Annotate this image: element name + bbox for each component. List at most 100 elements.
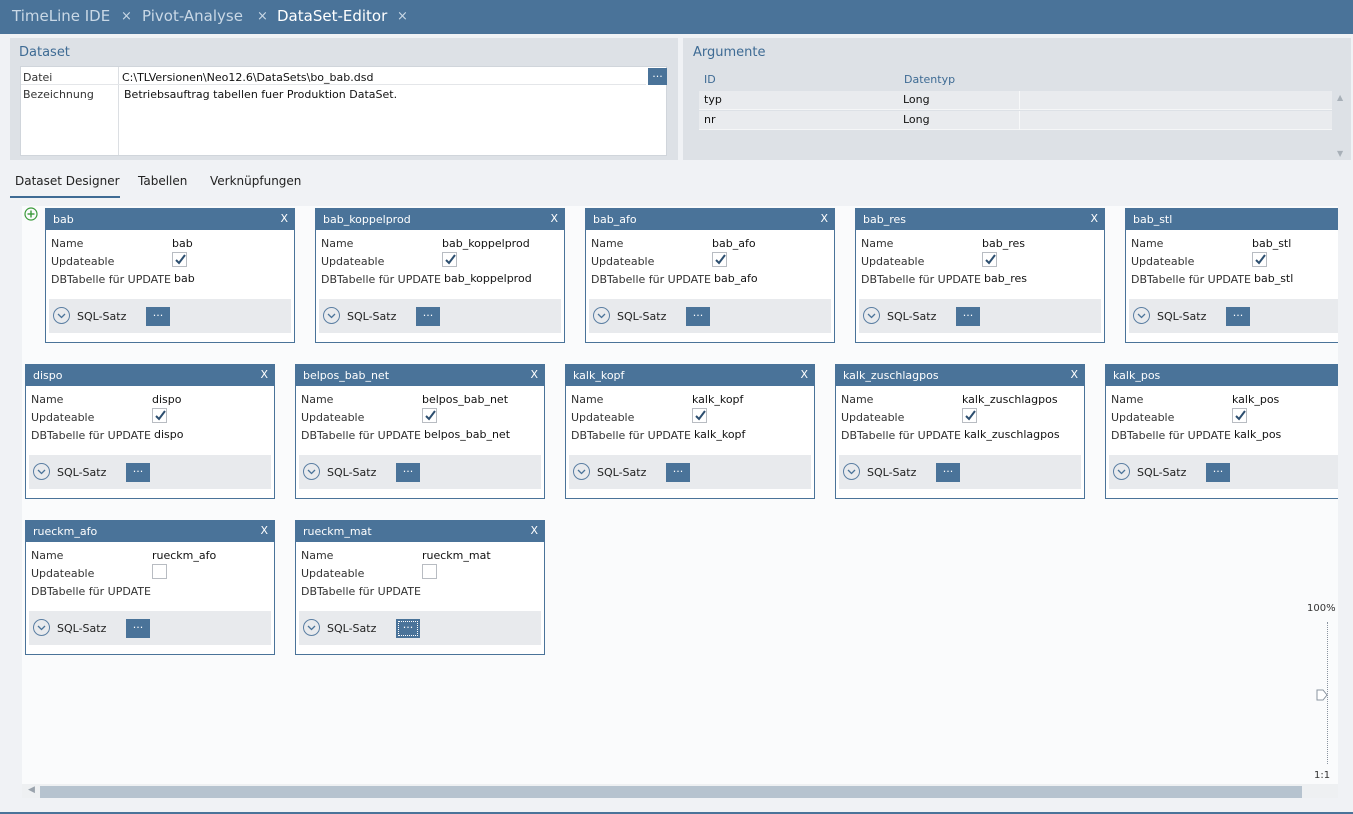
edit-sql-button[interactable]: ...: [666, 463, 690, 482]
card-header[interactable]: belpos_bab_net X: [296, 365, 544, 386]
scroll-down-icon[interactable]: ▼: [1337, 149, 1343, 158]
expand-sql-icon[interactable]: [33, 463, 50, 480]
dbtable-value[interactable]: belpos_bab_net: [424, 428, 510, 441]
designer-canvas[interactable]: bab X Name bab Updateable DBTabelle für UPDAT…: [22, 206, 1338, 784]
expand-sql-icon[interactable]: [863, 307, 880, 324]
description-field[interactable]: Betriebsauftrag tabellen fuer Produktion…: [124, 88, 397, 101]
browse-file-button[interactable]: ...: [648, 68, 667, 85]
argument-id-header[interactable]: ID: [704, 73, 716, 86]
zoom-ratio[interactable]: 1:1: [1314, 770, 1330, 781]
file-field[interactable]: C:\TLVersionen\Neo12.6\DataSets\bo_bab.d…: [122, 71, 373, 84]
dbtable-value[interactable]: dispo: [154, 428, 183, 441]
close-card-icon[interactable]: X: [280, 212, 288, 225]
name-value[interactable]: bab_res: [982, 237, 1025, 250]
dbtable-value[interactable]: kalk_pos: [1234, 428, 1281, 441]
close-card-icon[interactable]: X: [260, 524, 268, 537]
name-value[interactable]: bab_afo: [712, 237, 756, 250]
name-value[interactable]: bab_koppelprod: [442, 237, 530, 250]
name-value[interactable]: rueckm_afo: [152, 549, 216, 562]
table-card-kalk_zuschlagpos[interactable]: kalk_zuschlagpos X Name kalk_zuschlagpos Upd…: [835, 364, 1085, 499]
card-header[interactable]: kalk_posX: [1106, 365, 1338, 386]
updateable-checkbox[interactable]: [422, 408, 437, 423]
edit-sql-button[interactable]: ...: [126, 463, 150, 482]
expand-sql-icon[interactable]: [573, 463, 590, 480]
dbtable-value[interactable]: kalk_kopf: [694, 428, 745, 441]
expand-sql-icon[interactable]: [1113, 463, 1130, 480]
updateable-checkbox[interactable]: [1252, 252, 1267, 267]
name-value[interactable]: kalk_kopf: [692, 393, 743, 406]
table-card-bab_res[interactable]: bab_res X Name bab_res Updateable DBTabelle f…: [855, 208, 1105, 343]
updateable-checkbox[interactable]: [1232, 408, 1247, 423]
card-header[interactable]: rueckm_afo X: [26, 521, 274, 542]
name-value[interactable]: kalk_zuschlagpos: [962, 393, 1058, 406]
name-value[interactable]: kalk_pos: [1232, 393, 1279, 406]
card-header[interactable]: dispo X: [26, 365, 274, 386]
updateable-checkbox[interactable]: [152, 564, 167, 579]
dbtable-value[interactable]: bab_stl: [1254, 272, 1293, 285]
horizontal-scrollbar[interactable]: ◀: [22, 784, 1338, 798]
expand-sql-icon[interactable]: [53, 307, 70, 324]
close-card-icon[interactable]: X: [530, 368, 538, 381]
card-header[interactable]: bab_afo X: [586, 209, 834, 230]
close-tab-pivot-analyse-icon[interactable]: ×: [257, 0, 268, 34]
expand-sql-icon[interactable]: [1133, 307, 1150, 324]
table-card-dispo[interactable]: dispo X Name dispo Updateable DBTabelle für U…: [25, 364, 275, 499]
close-card-icon[interactable]: X: [820, 212, 828, 225]
close-card-icon[interactable]: X: [260, 368, 268, 381]
name-value[interactable]: dispo: [152, 393, 181, 406]
dbtable-value[interactable]: bab_koppelprod: [444, 272, 532, 285]
add-table-icon[interactable]: [24, 207, 38, 221]
card-header[interactable]: bab_res X: [856, 209, 1104, 230]
scroll-up-icon[interactable]: ▲: [1337, 93, 1343, 102]
updateable-checkbox[interactable]: [442, 252, 457, 267]
expand-sql-icon[interactable]: [843, 463, 860, 480]
tab-tabellen[interactable]: Tabellen: [138, 174, 187, 188]
updateable-checkbox[interactable]: [152, 408, 167, 423]
close-tab-timeline-ide-icon[interactable]: ×: [121, 0, 132, 34]
table-card-bab_stl[interactable]: bab_stlX Name bab_stl Updateable DBTabelle f…: [1125, 208, 1338, 343]
edit-sql-button[interactable]: ...: [126, 619, 150, 638]
edit-sql-button[interactable]: ...: [396, 619, 420, 638]
updateable-checkbox[interactable]: [982, 252, 997, 267]
edit-sql-button[interactable]: ...: [1206, 463, 1230, 482]
scroll-left-icon[interactable]: ◀: [28, 785, 35, 795]
name-value[interactable]: bab: [172, 237, 193, 250]
dbtable-value[interactable]: kalk_zuschlagpos: [964, 428, 1060, 441]
edit-sql-button[interactable]: ...: [956, 307, 980, 326]
edit-sql-button[interactable]: ...: [396, 463, 420, 482]
dbtable-value[interactable]: bab_res: [984, 272, 1027, 285]
name-value[interactable]: bab_stl: [1252, 237, 1291, 250]
updateable-checkbox[interactable]: [962, 408, 977, 423]
tab-dataset-designer[interactable]: Dataset Designer: [15, 174, 120, 188]
expand-sql-icon[interactable]: [303, 619, 320, 636]
card-header[interactable]: bab X: [46, 209, 294, 230]
tab-timeline-ide[interactable]: TimeLine IDE: [12, 0, 110, 34]
table-card-kalk_kopf[interactable]: kalk_kopf X Name kalk_kopf Updateable DBTabel…: [565, 364, 815, 499]
table-card-kalk_pos[interactable]: kalk_posX Name kalk_pos Updateable DBTabelle…: [1105, 364, 1338, 499]
dbtable-value[interactable]: bab_afo: [714, 272, 758, 285]
zoom-slider-thumb[interactable]: [1316, 689, 1328, 701]
scrollbar-thumb[interactable]: [40, 786, 1302, 798]
argument-type-header[interactable]: Datentyp: [904, 73, 955, 86]
card-header[interactable]: bab_stlX: [1126, 209, 1338, 230]
table-card-belpos_bab_net[interactable]: belpos_bab_net X Name belpos_bab_net Updatea…: [295, 364, 545, 499]
close-card-icon[interactable]: X: [530, 524, 538, 537]
card-header[interactable]: bab_koppelprod X: [316, 209, 564, 230]
close-card-icon[interactable]: X: [800, 368, 808, 381]
expand-sql-icon[interactable]: [323, 307, 340, 324]
table-card-bab_afo[interactable]: bab_afo X Name bab_afo Updateable DBTabelle f…: [585, 208, 835, 343]
card-header[interactable]: kalk_zuschlagpos X: [836, 365, 1084, 386]
close-card-icon[interactable]: X: [550, 212, 558, 225]
card-header[interactable]: kalk_kopf X: [566, 365, 814, 386]
argument-row[interactable]: typ Long: [699, 91, 1332, 110]
close-card-icon[interactable]: X: [1090, 212, 1098, 225]
name-value[interactable]: belpos_bab_net: [422, 393, 508, 406]
edit-sql-button[interactable]: ...: [1226, 307, 1250, 326]
updateable-checkbox[interactable]: [172, 252, 187, 267]
expand-sql-icon[interactable]: [303, 463, 320, 480]
close-tab-dataset-editor-icon[interactable]: ×: [397, 0, 408, 34]
table-card-rueckm_mat[interactable]: rueckm_mat X Name rueckm_mat Updateable DBTab…: [295, 520, 545, 655]
edit-sql-button[interactable]: ...: [686, 307, 710, 326]
dbtable-value[interactable]: bab: [174, 272, 195, 285]
edit-sql-button[interactable]: ...: [936, 463, 960, 482]
